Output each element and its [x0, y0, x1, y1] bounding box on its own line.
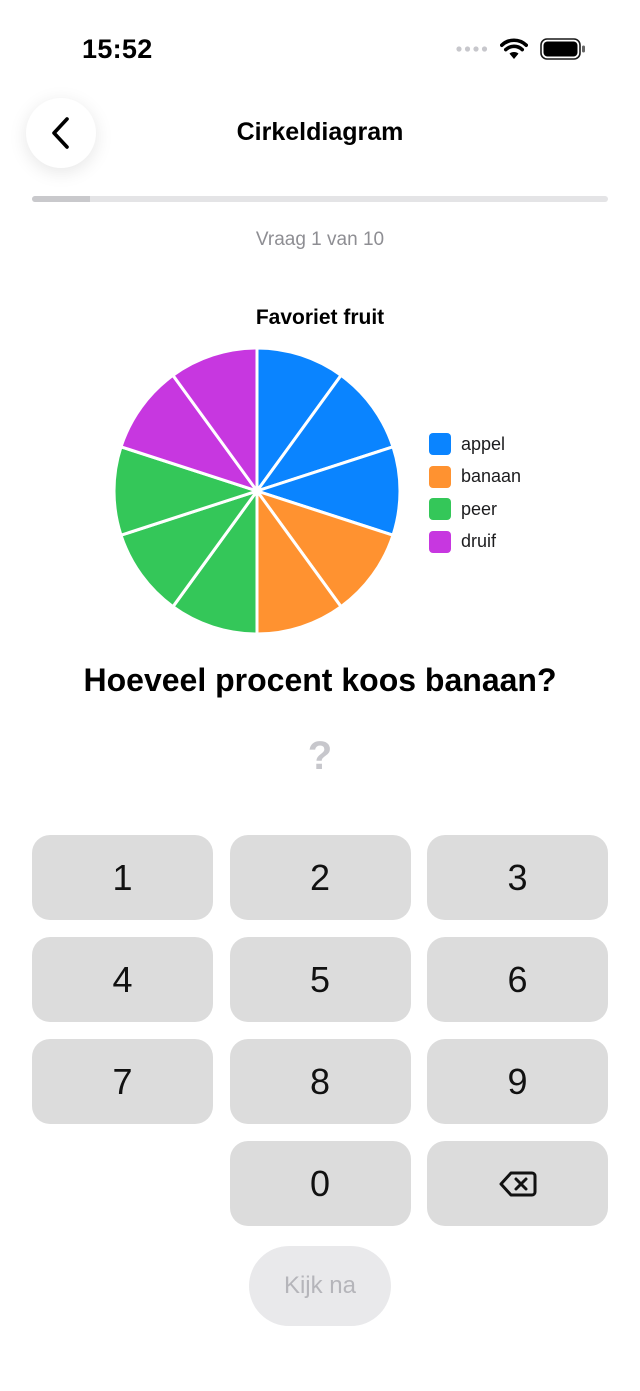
answer-display: ?: [307, 734, 333, 778]
question-counter: Vraag 1 van 10: [255, 229, 385, 250]
status-bar: 15:52: [0, 0, 640, 100]
key-7[interactable]: 7: [32, 1039, 213, 1124]
legend-item-druif: druif: [429, 526, 521, 559]
chart-legend: appel banaan peer druif: [429, 428, 521, 558]
backspace-icon: [499, 1171, 536, 1196]
status-icons: [456, 38, 586, 60]
key-2[interactable]: 2: [229, 835, 411, 920]
pie-chart: [112, 346, 402, 636]
key-6[interactable]: 6: [427, 937, 608, 1022]
key-9[interactable]: 9: [427, 1039, 608, 1124]
chart-title: Favoriet fruit: [255, 306, 385, 329]
backspace-button[interactable]: [427, 1141, 608, 1226]
key-4[interactable]: 4: [32, 937, 213, 1022]
legend-item-peer: peer: [429, 493, 521, 526]
page-title: Cirkeldiagram: [236, 118, 404, 146]
legend-swatch: [429, 498, 451, 521]
legend-item-banaan: banaan: [429, 461, 521, 494]
signal-dots-icon: [456, 46, 488, 52]
key-3[interactable]: 3: [427, 835, 608, 920]
legend-swatch: [429, 465, 451, 488]
legend-swatch: [429, 530, 451, 553]
progress-bar: [32, 196, 608, 202]
legend-label: peer: [461, 498, 498, 519]
legend-label: banaan: [461, 466, 522, 487]
question-text: Hoeveel procent koos banaan?: [83, 662, 557, 698]
legend-label: druif: [461, 531, 497, 552]
wifi-icon: [500, 38, 528, 59]
key-0[interactable]: 0: [229, 1141, 411, 1226]
key-5[interactable]: 5: [229, 937, 411, 1022]
nav-bar: Cirkeldiagram: [0, 96, 640, 176]
legend-item-appel: appel: [429, 428, 521, 461]
legend-swatch: [429, 433, 451, 456]
battery-icon: [540, 38, 585, 60]
status-time: 15:52: [82, 34, 153, 64]
key-8[interactable]: 8: [229, 1039, 411, 1124]
legend-label: appel: [461, 433, 506, 454]
progress-bar-fill: [32, 196, 90, 202]
check-answer-button[interactable]: Kijk na: [249, 1246, 391, 1326]
key-1[interactable]: 1: [32, 835, 213, 920]
